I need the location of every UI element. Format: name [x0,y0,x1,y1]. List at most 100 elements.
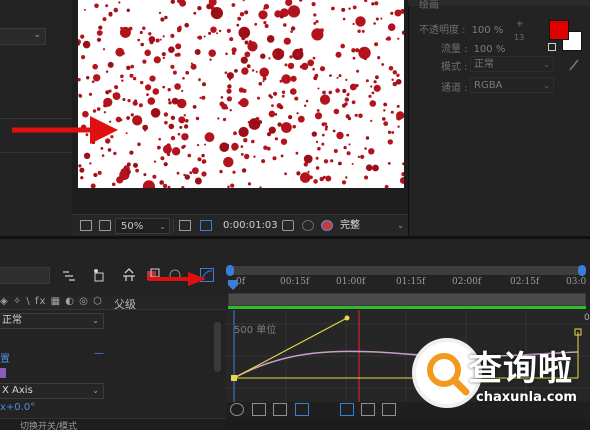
paint-dot [175,43,182,50]
resolution-dropdown[interactable]: 完整 ⌄ [340,218,404,234]
channel-dropdown[interactable]: RGBA ⌄ [470,77,554,93]
current-time[interactable]: 0:00:01:03 [223,218,278,234]
paint-dot [239,12,245,17]
navigator-start-handle[interactable] [226,265,234,276]
paint-dot [153,160,157,163]
paint-dot [273,91,278,96]
paint-dot [355,83,359,88]
paint-dot [296,112,299,115]
draft-3d-icon[interactable] [92,268,106,282]
edit-keyframe-icon[interactable] [382,403,396,416]
paint-dot [178,116,186,124]
paint-dot [86,76,90,80]
snap-icon[interactable] [295,403,309,416]
paint-dot [281,74,291,84]
paint-dot [93,172,98,178]
paint-dot [322,90,326,95]
paint-dot [341,180,347,185]
paint-dot [142,180,155,188]
paint-dot [257,96,260,100]
rotation-value[interactable]: x+0.0° [0,402,35,413]
paint-dot [130,113,134,117]
paint-dot [290,75,297,82]
color-channels-icon[interactable] [321,220,333,231]
paint-dot [258,82,263,86]
fit-all-icon[interactable] [361,403,375,416]
paint-dot [287,62,295,70]
blend-mode-dropdown[interactable]: 正常 ⌄ [0,313,104,329]
camera-icon[interactable] [282,220,294,231]
paint-dot [243,138,248,143]
watermark-url: chaxunla.com [476,390,577,405]
timeline-scrollbar[interactable] [214,322,221,372]
paint-dot [371,91,375,95]
paint-dot [277,122,282,127]
transform-box-icon[interactable] [273,403,287,416]
paint-dot [274,10,282,18]
project-dropdown[interactable]: ⌄ [0,28,46,45]
monitor-icon[interactable] [99,220,111,231]
paint-dot [194,49,201,55]
opacity-label: 不透明度 : [419,25,466,36]
paint-dot [354,113,358,117]
axis-mode-dropdown[interactable]: X Axis ⌄ [0,383,104,399]
paint-dot [92,63,98,70]
zoom-dropdown[interactable]: 50% ⌄ [115,218,170,234]
playhead-handle-icon[interactable] [228,280,238,290]
paint-dot [290,26,296,31]
frame-blending-icon[interactable] [122,268,136,282]
layer-duration-bar[interactable] [228,306,586,309]
snapshot-layers-icon[interactable] [80,220,92,231]
paint-dot [240,145,244,148]
paint-dot [244,40,249,45]
navigator-end-handle[interactable] [578,265,586,276]
paint-dot [268,57,271,60]
paint-dot [345,78,348,81]
region-of-interest-icon[interactable] [179,220,191,231]
fit-selection-icon[interactable] [340,403,354,416]
paint-dot [97,170,102,175]
position-property-label[interactable]: 置 [0,350,10,365]
paint-dot [145,84,152,91]
paint-dot [196,144,200,147]
paint-dot [369,100,377,107]
layer-switch-icons[interactable]: ◈ ✧ \ fx ▦ ◐ ◎ ⬡ [0,296,103,307]
paint-dot [399,177,404,184]
eye-icon[interactable] [230,403,244,416]
swap-colors-icon[interactable] [548,43,556,51]
timeline-search-input[interactable] [0,267,50,284]
paint-dot [239,98,249,108]
paint-dot [130,64,134,69]
eyedropper-icon[interactable] [568,58,580,72]
paint-dot [108,89,112,93]
paint-dot [365,136,370,140]
paint-dot [370,85,373,88]
paint-dot [108,11,113,16]
show-snapshot-icon[interactable] [302,220,314,231]
label-color-chip[interactable] [0,368,6,378]
work-area-bar[interactable] [228,293,586,306]
ruler-tick: 03:0 [566,277,587,287]
ruler-tick: 01:15f [396,277,426,287]
paint-dot [113,7,119,13]
paint-dot [278,53,283,58]
shy-layers-icon[interactable] [62,268,76,282]
foreground-color-swatch[interactable] [549,20,569,40]
toggle-switches-modes[interactable]: 切换开关/模式 [0,418,226,430]
mode-dropdown[interactable]: 正常 ⌄ [470,56,554,72]
transparency-grid-icon[interactable] [200,220,212,231]
graph-type-icon[interactable] [252,403,266,416]
paint-dot [238,126,249,138]
paint-dot [316,109,320,112]
paint-dot [78,78,81,82]
paint-dot [384,184,389,188]
paint-dot [375,75,379,80]
paint-dot [338,74,342,78]
flow-value[interactable]: 100 % [474,44,506,55]
paint-dot [227,84,232,89]
paint-dot [315,20,319,23]
composition-canvas[interactable] [78,0,404,188]
opacity-value[interactable]: 100 % [472,25,504,36]
time-navigator[interactable] [226,265,586,276]
paint-dot [116,176,124,184]
